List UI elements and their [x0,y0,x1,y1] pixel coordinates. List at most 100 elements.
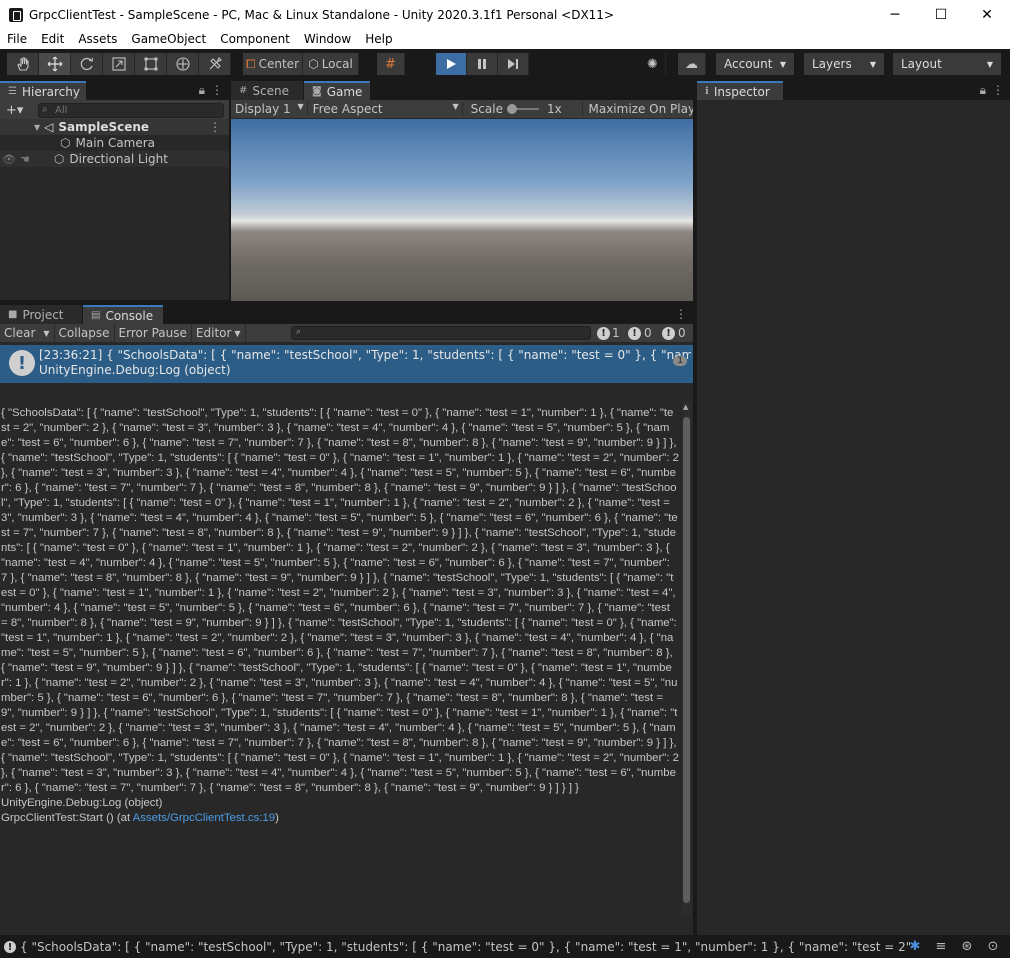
rotate-icon [80,57,93,71]
scale-slider-thumb[interactable] [506,104,517,114]
check-circle-icon[interactable]: ⊙ [980,939,1006,954]
bug-icon[interactable]: ✱ [902,939,928,954]
hierarchy-tabbar: ☰ Hierarchy [0,81,229,100]
step-button[interactable] [498,53,529,75]
scene-row[interactable]: ▼ ◁ SampleScene ⋮ [0,119,229,135]
display-dropdown[interactable]: Display 1 ▼ [231,102,308,116]
transform-tool-button[interactable] [167,53,199,75]
hand-tool-button[interactable] [7,53,39,75]
pause-button[interactable] [467,53,498,75]
scale-slider[interactable]: Scale 1x [463,102,583,116]
maximize-button[interactable]: ☐ [918,0,964,29]
scene-tab-label: Scene [252,83,289,98]
error-icon: ! [662,326,675,340]
account-dropdown[interactable]: Account ▼ [716,53,794,75]
database-icon[interactable]: ≡ [928,939,954,954]
minimize-button[interactable]: ─ [872,0,918,29]
aspect-label: Free Aspect [312,102,383,116]
layers-dropdown[interactable]: Layers ▼ [804,53,884,75]
hierarchy-search-input[interactable]: ⌕ All [38,102,224,118]
menu-window[interactable]: Window [297,32,358,46]
menu-bar: File Edit Assets GameObject Component Wi… [0,29,1010,49]
error-pause-label: Error Pause [118,326,187,340]
collapse-button[interactable]: Collapse [55,324,115,342]
warning-filter-toggle[interactable]: ! 1 [597,326,620,340]
warning-count: 1 [612,326,620,340]
create-button[interactable]: +▾ [6,103,32,118]
detail-scrollbar-thumb[interactable] [683,417,690,903]
network-icon[interactable]: ⊛ [954,939,980,954]
cloud-button[interactable]: ☁ [678,53,706,75]
custom-tool-button[interactable] [199,53,231,75]
visibility-eye-icon[interactable]: 👁︎ [2,153,16,166]
maximize-on-play-toggle[interactable]: Maximize On Play [583,102,694,116]
gamepad-icon: ◙ [312,86,322,97]
menu-file[interactable]: File [0,32,34,46]
pivot-local-button[interactable]: ⬡ Local [303,53,359,75]
rotate-tool-button[interactable] [71,53,103,75]
hierarchy-item[interactable]: ⬡ Main Camera [0,135,229,151]
rect-tool-button[interactable] [135,53,167,75]
game-toolbar: Display 1 ▼ Free Aspect ▼ Scale 1x Maxim… [231,100,693,118]
tab-project[interactable]: ■ Project [0,305,82,324]
menu-assets[interactable]: Assets [71,32,124,46]
panel-menu-icon[interactable]: ⋮ [211,83,223,97]
menu-help[interactable]: Help [358,32,399,46]
transform-icon [175,57,190,71]
hierarchy-item[interactable]: 👁︎ ☚ ⬡ Directional Light [0,151,229,167]
game-panel: # Scene ◙ Game Display 1 ▼ Free Aspect ▼… [231,81,693,301]
close-button[interactable]: ✕ [964,0,1010,29]
pickable-hand-icon[interactable]: ☚ [20,153,30,166]
console-panel: ■ Project ▤ Console ⋮ Clear ▼ Collapse Er… [0,305,693,935]
tab-scene[interactable]: # Scene [231,81,303,100]
layout-label: Layout [901,57,942,71]
error-filter-toggle[interactable]: ! 0 [662,326,686,340]
collapse-label: Collapse [58,326,110,340]
grid-snap-button[interactable]: # [377,53,405,75]
error-pause-button[interactable]: Error Pause [115,324,192,342]
collab-button[interactable]: ✺ [640,53,666,75]
clear-button[interactable]: Clear ▼ [0,324,55,342]
menu-component[interactable]: Component [213,32,297,46]
editor-dropdown[interactable]: Editor ▼ [192,324,246,342]
grid-icon: # [239,85,248,96]
status-icons: ✱ ≡ ⊛ ⊙ [902,939,1006,954]
status-message[interactable]: { "SchoolsData": [ { "name": "testSchool… [20,940,910,954]
game-viewport[interactable] [231,119,693,301]
log-entry-message: [23:36:21] { "SchoolsData": [ { "name": … [39,348,691,362]
lock-icon[interactable]: 🔒︎ [199,83,205,98]
aspect-dropdown[interactable]: Free Aspect ▼ [308,102,463,116]
menu-edit[interactable]: Edit [34,32,71,46]
warning-icon: ! [597,326,610,340]
pivot-center-button[interactable]: ⧠ Center [243,53,303,75]
scene-game-tabbar: # Scene ◙ Game [231,81,693,100]
scroll-up-icon[interactable]: ▲ [683,403,688,411]
console-detail-text[interactable]: { "SchoolsData": [ { "name": "testSchool… [1,406,679,826]
tab-hierarchy[interactable]: ☰ Hierarchy [0,81,86,100]
console-icon: ▤ [91,310,101,321]
play-button[interactable] [436,53,467,75]
console-search-input[interactable]: ⌕ [291,326,591,340]
tab-inspector[interactable]: ℹ Inspector [697,81,783,100]
console-tabbar: ■ Project ▤ Console [0,305,693,324]
game-tab-label: Game [326,84,363,99]
menu-gameobject[interactable]: GameObject [124,32,213,46]
hierarchy-list-icon: ☰ [8,86,17,97]
detail-scrollbar[interactable]: ▲ [682,403,691,915]
log-entry-selected[interactable]: ! [23:36:21] { "SchoolsData": [ { "name"… [0,345,693,383]
move-tool-button[interactable] [39,53,71,75]
search-icon: ⌕ [296,327,302,337]
scene-menu-icon[interactable]: ⋮ [209,120,221,134]
scale-tool-button[interactable] [103,53,135,75]
hierarchy-item-label: Main Camera [75,136,156,150]
layout-dropdown[interactable]: Layout ▼ [893,53,1001,75]
info-filter-toggle[interactable]: ! 0 [628,326,652,340]
stack-source-link[interactable]: Assets/GrpcClientTest.cs:19 [133,812,275,824]
tab-console[interactable]: ▤ Console [83,305,163,324]
scale-value: 1x [546,102,562,116]
panel-menu-icon[interactable]: ⋮ [675,307,687,321]
panel-menu-icon[interactable]: ⋮ [992,83,1004,97]
tab-game[interactable]: ◙ Game [304,81,370,100]
lock-icon[interactable]: 🔒︎ [980,83,986,98]
scale-slider-track[interactable] [506,104,539,114]
